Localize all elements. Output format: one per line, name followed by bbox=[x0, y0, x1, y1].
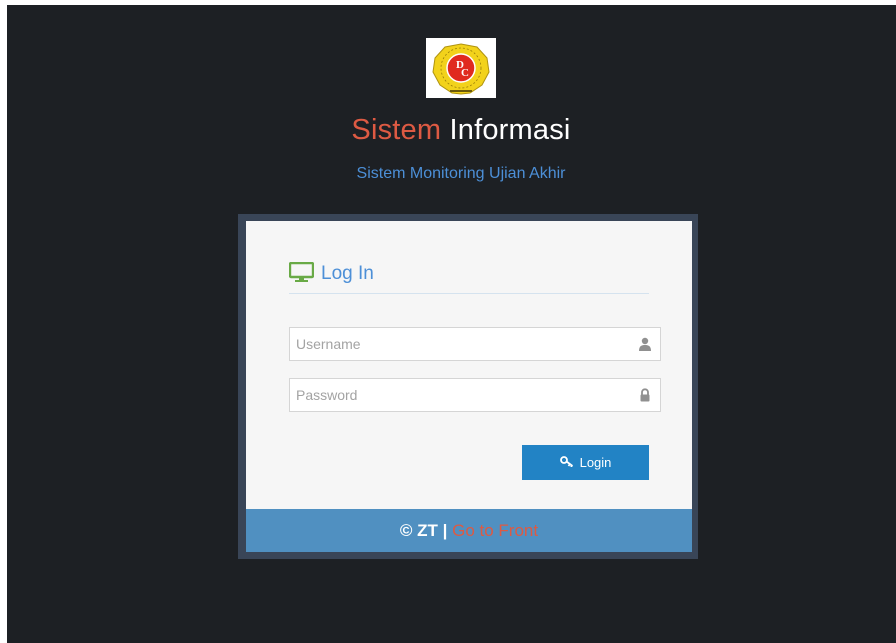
heading-divider bbox=[289, 293, 649, 294]
svg-text:C: C bbox=[461, 67, 469, 79]
login-button-label: Login bbox=[579, 455, 612, 470]
password-input[interactable] bbox=[290, 379, 626, 411]
card-footer: © ZT | Go to Front bbox=[246, 509, 692, 552]
institution-logo: D C bbox=[426, 38, 496, 98]
desktop-icon bbox=[288, 261, 315, 287]
username-input[interactable] bbox=[290, 328, 626, 360]
key-icon bbox=[559, 455, 574, 470]
title-main: Informasi bbox=[449, 114, 571, 146]
user-icon bbox=[638, 337, 652, 351]
page-subtitle: Sistem Monitoring Ujian Akhir bbox=[356, 165, 566, 182]
page-title: Sistem Informasi bbox=[0, 112, 896, 148]
title-accent: Sistem bbox=[351, 114, 442, 146]
login-heading: Log In bbox=[288, 261, 374, 287]
go-to-front-link[interactable]: Go to Front bbox=[452, 521, 538, 540]
copyright-text: © ZT | bbox=[399, 521, 448, 540]
username-field bbox=[289, 327, 661, 361]
login-button[interactable]: Login bbox=[522, 445, 649, 480]
password-field bbox=[289, 378, 661, 412]
login-heading-text: Log In bbox=[321, 263, 374, 284]
lock-icon bbox=[638, 388, 652, 402]
